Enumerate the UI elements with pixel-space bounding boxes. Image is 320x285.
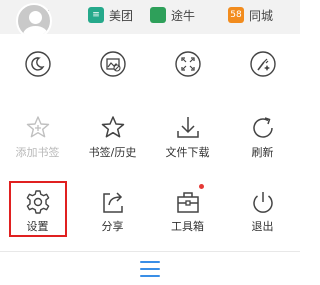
night-mode-icon xyxy=(24,51,51,77)
no-image-icon xyxy=(99,51,126,77)
share-label: 分享 xyxy=(101,220,124,233)
meituan-icon: ≡ xyxy=(88,7,104,23)
refresh-label: 刷新 xyxy=(251,146,274,159)
clean-button[interactable] xyxy=(225,50,300,78)
fullscreen-icon xyxy=(174,51,201,77)
night-mode-button[interactable] xyxy=(0,50,75,78)
menu-button[interactable] xyxy=(140,260,160,278)
add-bookmark-button[interactable]: 添加书签 xyxy=(0,114,75,160)
toolbox-icon xyxy=(176,192,199,213)
menu-icon-line xyxy=(140,261,160,263)
bookmark-item-tongcheng[interactable]: 58 同城 xyxy=(228,6,273,24)
toolbox-button[interactable]: 工具箱 xyxy=(150,188,225,234)
share-button[interactable]: 分享 xyxy=(75,188,150,234)
bottom-toolbar xyxy=(0,251,300,285)
menu-icon-line xyxy=(140,275,160,277)
no-image-button[interactable] xyxy=(75,50,150,78)
downloads-button[interactable]: 文件下载 xyxy=(150,114,225,160)
clean-icon xyxy=(249,51,276,77)
toolbox-label: 工具箱 xyxy=(171,220,204,233)
add-bookmark-label: 添加书签 xyxy=(15,146,60,159)
bookmark-label: 同城 xyxy=(249,8,274,23)
share-icon xyxy=(102,192,123,213)
bookmark-item-tuniu[interactable]: 途牛 xyxy=(150,6,195,24)
star-icon xyxy=(101,116,124,138)
tuniu-icon xyxy=(150,7,166,23)
download-icon xyxy=(176,117,199,138)
bookmarks-history-label: 书签/历史 xyxy=(88,146,137,159)
toolbox-notification-dot xyxy=(199,184,204,189)
menu-icon-line xyxy=(140,268,160,270)
bookmark-item-meituan[interactable]: ≡ 美团 xyxy=(88,6,133,24)
refresh-icon xyxy=(252,117,273,138)
fullscreen-button[interactable] xyxy=(150,50,225,78)
avatar-head xyxy=(29,11,42,24)
exit-label: 退出 xyxy=(251,220,274,233)
refresh-button[interactable]: 刷新 xyxy=(225,114,300,160)
bookmarks-history-button[interactable]: 书签/历史 xyxy=(75,114,150,160)
bookmark-label: 美团 xyxy=(109,8,134,23)
star-plus-icon xyxy=(26,116,49,138)
58-icon: 58 xyxy=(228,7,244,23)
exit-button[interactable]: 退出 xyxy=(225,188,300,234)
power-icon xyxy=(252,192,273,213)
bookmark-label: 途牛 xyxy=(171,8,196,23)
downloads-label: 文件下载 xyxy=(165,146,210,159)
settings-highlight-box xyxy=(9,181,67,237)
